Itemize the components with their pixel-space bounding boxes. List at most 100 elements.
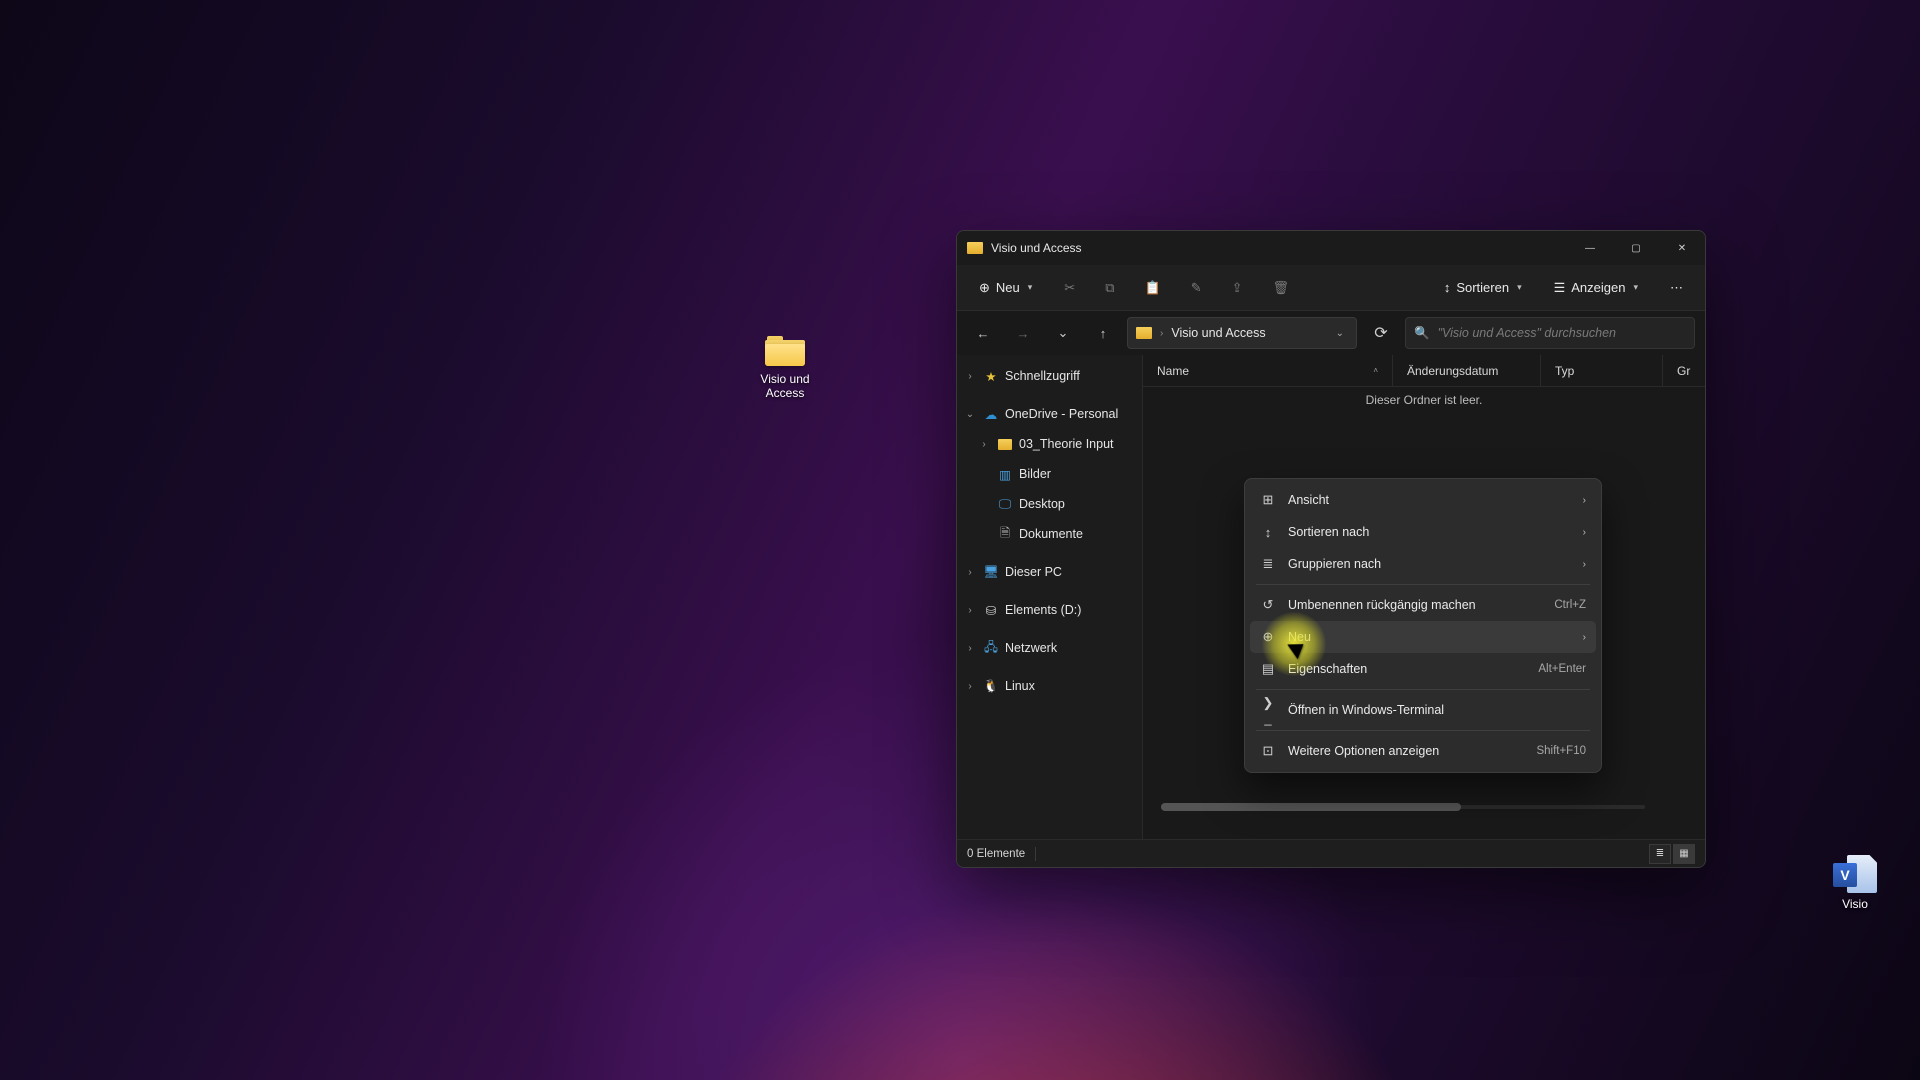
navbar: ← → ⌄ ↑ › Visio und Access ⌄ ⟳ 🔍: [957, 311, 1705, 355]
ctx-open-terminal[interactable]: ❯_ Öffnen in Windows-Terminal: [1250, 694, 1596, 726]
chevron-right-icon[interactable]: ›: [963, 605, 977, 616]
ctx-undo-rename[interactable]: ↺ Umbenennen rückgängig machen Ctrl+Z: [1250, 589, 1596, 621]
titlebar[interactable]: Visio und Access — ▢ ✕: [957, 231, 1705, 265]
chevron-down-icon: ▾: [1028, 282, 1033, 293]
ctx-more-options[interactable]: ⊡ Weitere Optionen anzeigen Shift+F10: [1250, 735, 1596, 767]
tree-quick-access[interactable]: › ★ Schnellzugriff: [959, 361, 1140, 391]
tree-item[interactable]: › 03_Theorie Input: [959, 429, 1140, 459]
up-button[interactable]: ↑: [1087, 317, 1119, 349]
search-icon: 🔍: [1414, 326, 1430, 341]
tree-label: Elements (D:): [1005, 603, 1081, 617]
close-button[interactable]: ✕: [1659, 231, 1705, 265]
plus-circle-icon: ⊕: [1260, 629, 1276, 645]
column-label: Name: [1157, 364, 1189, 378]
chevron-right-icon: ›: [1160, 328, 1163, 339]
tree-label: Dokumente: [1019, 527, 1083, 541]
chevron-right-icon[interactable]: ›: [963, 681, 977, 692]
chevron-right-icon: ›: [1583, 495, 1586, 506]
more-button[interactable]: ⋯: [1662, 274, 1691, 302]
star-icon: ★: [983, 369, 999, 383]
cut-icon[interactable]: ✂: [1058, 274, 1081, 302]
tree-label: Desktop: [1019, 497, 1065, 511]
folder-icon: [1136, 327, 1152, 339]
desktop-app-visio[interactable]: V Visio: [1820, 855, 1890, 911]
new-button[interactable]: ⊕ Neu ▾: [971, 274, 1040, 302]
horizontal-scrollbar[interactable]: [1161, 805, 1645, 809]
view-label: Anzeigen: [1571, 280, 1625, 295]
tree-network[interactable]: › 🖧 Netzwerk: [959, 633, 1140, 663]
ctx-properties[interactable]: ▤ Eigenschaften Alt+Enter: [1250, 653, 1596, 685]
terminal-icon: ❯_: [1260, 695, 1276, 726]
chevron-down-icon: ▾: [1517, 282, 1522, 293]
folder-icon: [765, 336, 805, 366]
tree-drive[interactable]: › ⛁ Elements (D:): [959, 595, 1140, 625]
address-bar[interactable]: › Visio und Access ⌄: [1127, 317, 1357, 349]
chevron-down-icon: ▾: [1633, 282, 1638, 293]
scrollbar-thumb[interactable]: [1161, 803, 1461, 811]
folder-icon: [967, 242, 983, 254]
chevron-right-icon: ›: [1583, 527, 1586, 538]
ctx-sort-by[interactable]: ↕ Sortieren nach ›: [1250, 516, 1596, 548]
column-name[interactable]: Name ˄: [1143, 355, 1393, 386]
minimize-button[interactable]: —: [1567, 231, 1613, 265]
maximize-button[interactable]: ▢: [1613, 231, 1659, 265]
sort-label: Sortieren: [1456, 280, 1509, 295]
tree-item[interactable]: 🗎 Dokumente: [959, 519, 1140, 549]
chevron-right-icon[interactable]: ›: [963, 643, 977, 654]
tree-item[interactable]: 🖵 Desktop: [959, 489, 1140, 519]
ctx-label: Sortieren nach: [1288, 525, 1571, 539]
group-icon: ≣: [1260, 556, 1276, 572]
search-input[interactable]: [1438, 326, 1686, 340]
recent-dropdown[interactable]: ⌄: [1047, 317, 1079, 349]
chevron-right-icon[interactable]: ›: [963, 371, 977, 382]
paste-icon[interactable]: 📋: [1139, 274, 1167, 302]
chevron-right-icon[interactable]: ›: [963, 567, 977, 578]
divider: [1256, 584, 1590, 585]
column-label: Typ: [1555, 364, 1574, 378]
back-button[interactable]: ←: [967, 317, 999, 349]
pc-icon: 🖥: [983, 565, 999, 579]
chevron-right-icon[interactable]: ›: [977, 439, 991, 450]
ellipsis-icon: ⋯: [1670, 280, 1683, 296]
chevron-down-icon[interactable]: ⌄: [1332, 324, 1348, 343]
column-type[interactable]: Typ: [1541, 355, 1663, 386]
tree-label: Dieser PC: [1005, 565, 1062, 579]
column-date[interactable]: Änderungsdatum: [1393, 355, 1541, 386]
desktop-folder[interactable]: Visio und Access: [740, 336, 830, 400]
details-view-toggle[interactable]: ≣: [1649, 844, 1671, 864]
tree-this-pc[interactable]: › 🖥 Dieser PC: [959, 557, 1140, 587]
delete-icon[interactable]: 🗑: [1267, 274, 1296, 302]
desktop-app-label: Visio: [1820, 897, 1890, 911]
tree-linux[interactable]: › 🐧 Linux: [959, 671, 1140, 701]
empty-folder-message: Dieser Ordner ist leer.: [1143, 393, 1705, 407]
column-size[interactable]: Gr: [1663, 355, 1704, 386]
toolbar: ⊕ Neu ▾ ✂ ⧉ 📋 ✎ ⇪ 🗑 ↕ Sortieren ▾ ☰ Anze…: [957, 265, 1705, 311]
desktop-icon: 🖵: [997, 497, 1013, 511]
rename-icon[interactable]: ✎: [1185, 274, 1208, 302]
share-icon[interactable]: ⇪: [1226, 274, 1249, 302]
ctx-label: Ansicht: [1288, 493, 1571, 507]
ctx-group-by[interactable]: ≣ Gruppieren nach ›: [1250, 548, 1596, 580]
icons-view-toggle[interactable]: ▦: [1673, 844, 1695, 864]
nav-tree: › ★ Schnellzugriff ⌄ ☁ OneDrive - Person…: [957, 355, 1143, 839]
search-box[interactable]: 🔍: [1405, 317, 1695, 349]
ctx-label: Eigenschaften: [1288, 662, 1526, 676]
tree-label: Schnellzugriff: [1005, 369, 1080, 383]
ctx-view[interactable]: ⊞ Ansicht ›: [1250, 484, 1596, 516]
pictures-icon: ▥: [997, 467, 1013, 481]
breadcrumb-item[interactable]: Visio und Access: [1171, 326, 1265, 340]
chevron-down-icon[interactable]: ⌄: [963, 409, 977, 420]
sort-button[interactable]: ↕ Sortieren ▾: [1436, 274, 1530, 301]
ctx-label: Neu: [1288, 630, 1571, 644]
view-button[interactable]: ☰ Anzeigen ▾: [1546, 274, 1646, 302]
copy-icon[interactable]: ⧉: [1099, 274, 1120, 302]
tree-onedrive[interactable]: ⌄ ☁ OneDrive - Personal: [959, 399, 1140, 429]
ctx-new[interactable]: ⊕ Neu ›: [1250, 621, 1596, 653]
refresh-button[interactable]: ⟳: [1365, 317, 1397, 349]
context-menu: ⊞ Ansicht › ↕ Sortieren nach › ≣ Gruppie…: [1244, 478, 1602, 773]
cloud-icon: ☁: [983, 407, 999, 421]
ctx-shortcut: Alt+Enter: [1538, 663, 1586, 675]
status-item-count: 0 Elemente: [967, 848, 1025, 860]
tree-item[interactable]: ▥ Bilder: [959, 459, 1140, 489]
forward-button[interactable]: →: [1007, 317, 1039, 349]
